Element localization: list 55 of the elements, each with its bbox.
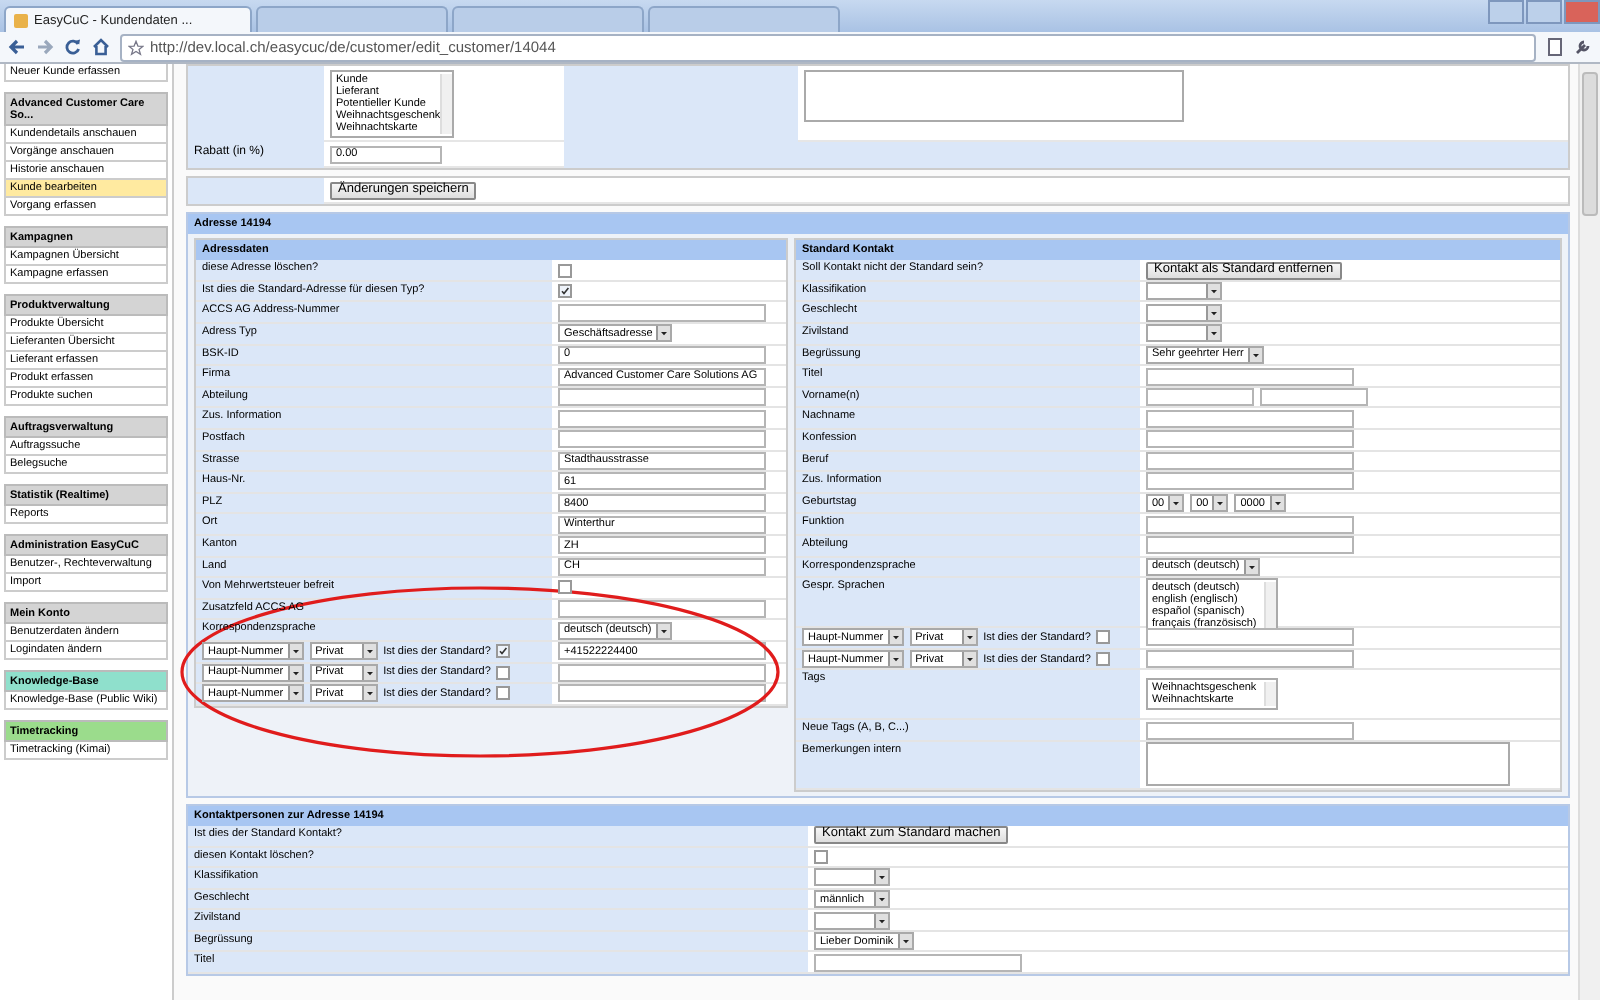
checkbox[interactable]: [558, 263, 572, 278]
checkbox[interactable]: [1096, 630, 1111, 645]
checkbox[interactable]: [558, 284, 572, 299]
home-icon[interactable]: [92, 38, 110, 56]
forward-icon[interactable]: [36, 38, 54, 56]
checkbox[interactable]: [496, 644, 511, 659]
text-field[interactable]: [1146, 430, 1354, 449]
text-field[interactable]: [1146, 472, 1354, 491]
list-scrollbar[interactable]: [1264, 582, 1276, 631]
dropdown[interactable]: [1146, 303, 1222, 322]
text-field[interactable]: [1146, 650, 1354, 669]
dropdown[interactable]: [814, 911, 890, 930]
text-field[interactable]: [558, 600, 766, 619]
wrench-icon[interactable]: [1574, 38, 1592, 56]
text-field[interactable]: [558, 409, 766, 428]
close-icon[interactable]: [1564, 0, 1600, 24]
browser-tab[interactable]: [452, 6, 644, 32]
text-field[interactable]: [1146, 536, 1354, 555]
checkbox[interactable]: [1096, 652, 1111, 667]
label-cell: [188, 178, 324, 205]
checkbox[interactable]: [558, 580, 572, 595]
page-menu-icon[interactable]: [1546, 38, 1564, 56]
favicon-icon: [14, 13, 28, 27]
text-field[interactable]: [558, 388, 766, 407]
text-field[interactable]: [1146, 628, 1354, 647]
checkbox[interactable]: [814, 849, 828, 864]
minimize-icon[interactable]: [1488, 0, 1524, 24]
scrollbar-thumb[interactable]: [1582, 72, 1598, 216]
list-scrollbar[interactable]: [440, 73, 452, 134]
dropdown[interactable]: [1146, 282, 1222, 301]
dropdown[interactable]: [814, 868, 890, 887]
text-field[interactable]: [1260, 388, 1368, 407]
text-field[interactable]: [1146, 409, 1354, 428]
maximize-icon[interactable]: [1526, 0, 1562, 24]
text-field[interactable]: [814, 953, 1022, 972]
text-area[interactable]: [1146, 742, 1510, 787]
browser-tab[interactable]: [648, 6, 840, 32]
reload-icon[interactable]: [64, 38, 82, 56]
scrollbar[interactable]: [1578, 64, 1600, 1000]
list-scrollbar[interactable]: [1264, 682, 1276, 707]
text-field[interactable]: [1146, 515, 1354, 534]
checkbox[interactable]: [496, 686, 511, 701]
text-field[interactable]: [558, 303, 766, 322]
text-field[interactable]: [558, 684, 766, 703]
text-field[interactable]: [1146, 367, 1354, 385]
checkbox[interactable]: [496, 665, 511, 680]
text-field[interactable]: [1146, 721, 1354, 740]
label-cell: [188, 66, 324, 143]
text-area[interactable]: [804, 69, 1184, 121]
text-field[interactable]: [1146, 388, 1254, 407]
browser-tab[interactable]: [256, 6, 448, 32]
dropdown[interactable]: [1146, 324, 1222, 343]
star-icon[interactable]: [128, 39, 144, 55]
text-field[interactable]: [558, 430, 766, 449]
back-icon[interactable]: [8, 38, 26, 56]
